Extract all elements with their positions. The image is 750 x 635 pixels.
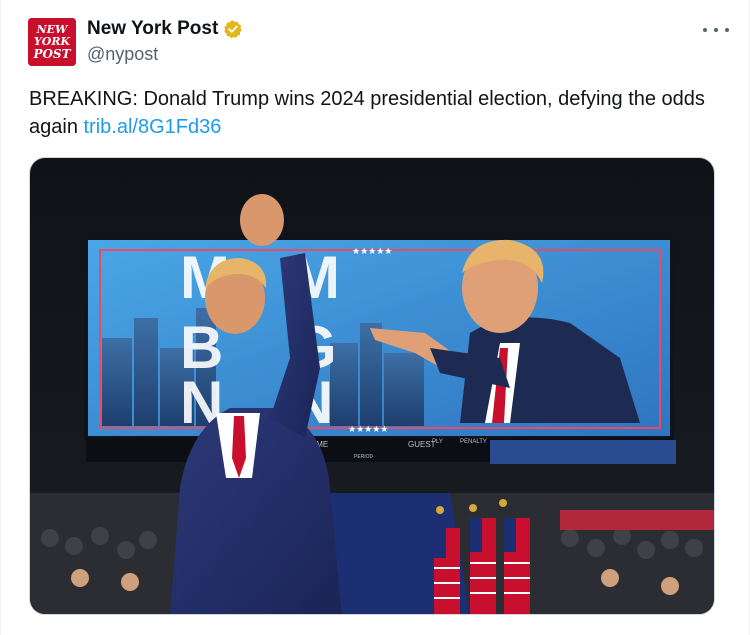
gold-verified-badge-icon[interactable] xyxy=(223,19,243,39)
tweet-link[interactable]: trib.al/8G1Fd36 xyxy=(84,116,222,138)
new-york-post-logo: NEW YORK POST xyxy=(28,18,76,66)
more-options-icon[interactable] xyxy=(703,20,729,40)
avatar[interactable]: NEW YORK POST xyxy=(28,18,76,66)
screen-label-ply: PLY xyxy=(432,439,443,445)
tweet-text: BREAKING: Donald Trump wins 2024 preside… xyxy=(29,85,709,141)
logo-text-post: POST xyxy=(32,47,71,61)
screen-label-penalty: PENALTY xyxy=(460,439,487,445)
handle[interactable]: @nypost xyxy=(87,44,158,65)
display-name[interactable]: New York Post xyxy=(87,18,218,40)
screen-label-period: PERIOD xyxy=(354,454,374,460)
ribbon-board xyxy=(490,440,676,464)
rally-photo: M B N M G N ★★★★★ ★★★★★ OME G xyxy=(30,158,714,614)
screen-stars-top: ★★★★★ xyxy=(352,246,392,256)
dot xyxy=(703,28,707,32)
dot xyxy=(725,28,729,32)
tweet-photo[interactable]: M B N M G N ★★★★★ ★★★★★ OME G xyxy=(29,157,715,615)
screen-stars-bottom: ★★★★★ xyxy=(348,424,388,434)
dot xyxy=(714,28,718,32)
banner xyxy=(560,510,714,530)
tweet-card: NEW YORK POST New York Post @nypost BREA… xyxy=(0,0,750,635)
display-name-row: New York Post xyxy=(87,18,243,40)
